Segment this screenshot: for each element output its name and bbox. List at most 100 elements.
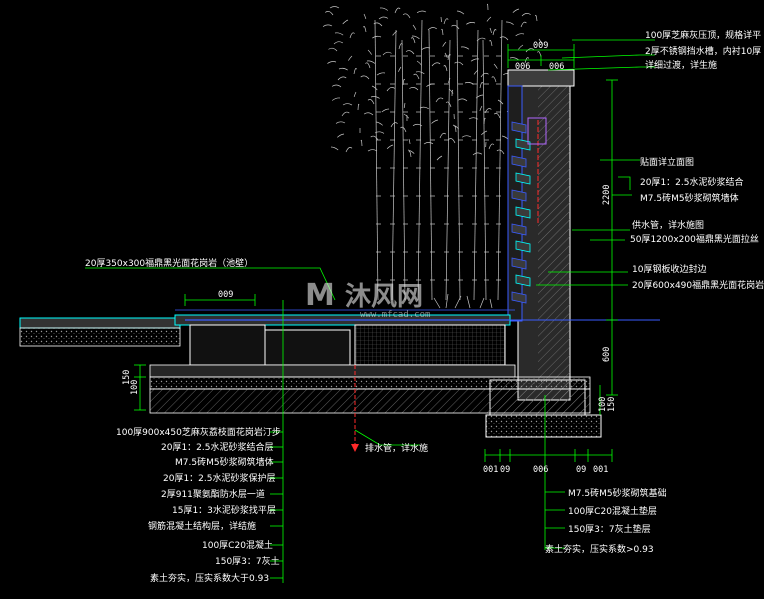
dim-left-bottom-2: 150 bbox=[122, 370, 132, 385]
bamboo-leaf bbox=[382, 51, 392, 56]
bamboo-leaf bbox=[381, 108, 390, 113]
bamboo-leaf bbox=[421, 47, 431, 50]
bamboo-leaf bbox=[479, 82, 484, 89]
bamboo-leaf bbox=[534, 14, 538, 22]
bamboo-leaf bbox=[365, 62, 371, 69]
bamboo-leaf bbox=[443, 18, 449, 25]
bamboo-leaf bbox=[333, 41, 343, 45]
dim-lower-height: 600 bbox=[602, 347, 612, 362]
bamboo-leaf bbox=[448, 138, 456, 144]
bamboo-stem bbox=[374, 19, 379, 301]
bamboo-leaf bbox=[412, 24, 417, 30]
dim-top-sub-1: 006 bbox=[515, 62, 530, 72]
bamboo-leaf bbox=[415, 71, 425, 75]
bamboo-leaf bbox=[331, 84, 342, 88]
bamboo-leaf bbox=[357, 103, 360, 111]
bamboo-leaf bbox=[466, 22, 476, 25]
bamboo-leaf bbox=[493, 112, 501, 119]
bamboo-leaf bbox=[342, 19, 349, 25]
bamboo-stem bbox=[482, 39, 487, 301]
label-bl-5: 15厚1：3水泥砂浆找平层 bbox=[172, 504, 276, 516]
bamboo-leaf bbox=[436, 155, 443, 161]
label-bl-9: 素土夯实，压实系数大于0.93 bbox=[150, 572, 269, 584]
label-br-1: 100厚C20混凝土垫层 bbox=[568, 505, 657, 517]
bamboo-leaf bbox=[405, 50, 415, 55]
bamboo-leaf bbox=[512, 8, 520, 13]
label-br-0: M7.5砖M5砂浆砌筑基础 bbox=[568, 487, 667, 499]
bamboo-leaf bbox=[456, 10, 465, 15]
bamboo-leaf bbox=[454, 61, 464, 66]
bamboo-leaf bbox=[419, 106, 430, 110]
bamboo-leaf bbox=[454, 125, 457, 133]
bamboo-leaf bbox=[499, 36, 509, 41]
bamboo-leaf bbox=[325, 11, 334, 16]
label-pool-wall: 20厚350x300福鼎黑光面花岗岩（池壁） bbox=[85, 257, 253, 269]
bamboo-leaf bbox=[416, 60, 422, 66]
bamboo-leaf bbox=[520, 21, 527, 28]
bamboo-leaf bbox=[353, 68, 358, 75]
bamboo-leaf bbox=[442, 41, 447, 47]
bamboo-leaf bbox=[338, 67, 348, 71]
bamboo-leaf bbox=[337, 133, 345, 138]
annotations-bottom-left: 100厚900x450芝麻灰荔枝面花岗岩汀步 20厚1：2.5水泥砂浆结合层 M… bbox=[116, 426, 281, 584]
label-bl-4: 2厚911聚氨酯防水层一道 bbox=[161, 488, 265, 500]
bamboo-leaf bbox=[426, 83, 435, 87]
bamboo-leaf bbox=[342, 103, 353, 106]
label-tr-7: 50厚1200x200福鼎黑光面拉丝 bbox=[630, 233, 759, 245]
bamboo-leaf bbox=[493, 63, 498, 69]
bamboo-leaf bbox=[537, 51, 542, 58]
bamboo-leaf bbox=[370, 96, 380, 99]
bamboo-leaf bbox=[489, 40, 493, 47]
bamboo-leaf bbox=[394, 7, 401, 14]
bamboo-leaf bbox=[328, 47, 338, 52]
bamboo-stem bbox=[401, 39, 406, 301]
bamboo-leaf bbox=[423, 142, 434, 145]
bamboo-leaf bbox=[337, 76, 347, 81]
annotations-top-right: 100厚芝麻灰压顶，规格详平 2厚不锈钢挡水槽，内衬10厚 详细过渡，详生施 贴… bbox=[630, 29, 764, 291]
dim-right-bottom-2: 150 bbox=[607, 397, 617, 412]
dim-top-width: 009 bbox=[533, 41, 548, 51]
bamboo-leaf bbox=[487, 3, 489, 11]
dim-left-small: 009 bbox=[218, 290, 233, 300]
dim-bottom-left-2: 09 bbox=[500, 465, 510, 475]
bamboo-leaf bbox=[457, 98, 468, 102]
bamboo-leaf bbox=[386, 87, 395, 92]
bamboo-leaf bbox=[376, 72, 386, 76]
bamboo-leaf bbox=[447, 54, 451, 61]
watermark-url: www.mfcad.com bbox=[360, 310, 430, 320]
bamboo-leaf bbox=[408, 150, 412, 158]
bamboo-leaf bbox=[353, 91, 357, 97]
bamboo-leaf bbox=[408, 138, 411, 145]
bamboo-leaf bbox=[322, 24, 333, 27]
bamboo-leaf bbox=[345, 147, 353, 153]
bamboo-leaf bbox=[505, 21, 514, 25]
bamboo-leaf bbox=[403, 102, 406, 109]
label-bl-1: 20厚1：2.5水泥砂浆结合层 bbox=[161, 441, 274, 453]
bamboo-leaf bbox=[335, 121, 346, 124]
label-bl-0: 100厚900x450芝麻灰荔枝面花岗岩汀步 bbox=[116, 426, 281, 438]
bamboo-leaf bbox=[402, 13, 411, 19]
label-tr-9: 20厚600x490福鼎黑光面花岗岩 bbox=[632, 279, 764, 291]
bamboo-leaf bbox=[327, 61, 337, 64]
bamboo-leaf bbox=[409, 87, 419, 91]
bamboo-leaf bbox=[371, 85, 378, 91]
bamboo-leaf bbox=[489, 27, 492, 34]
cad-section-drawing: 009 006 006 2200 600 009 100 150 100 150… bbox=[19, 3, 764, 584]
label-bl-7: 100厚C20混凝土 bbox=[202, 539, 273, 551]
bamboo-leaf bbox=[476, 37, 486, 42]
bamboo-leaf bbox=[379, 7, 389, 11]
label-tr-4: 20厚1：2.5水泥砂浆结合 bbox=[640, 176, 744, 188]
bamboo-leaf bbox=[378, 16, 389, 20]
bamboo-leaf bbox=[445, 101, 452, 108]
bamboo-leaf bbox=[460, 46, 470, 50]
label-bl-2: M7.5砖M5砂浆砌筑墙体 bbox=[175, 456, 274, 468]
bamboo-leaf bbox=[416, 10, 427, 13]
bamboo-leaf bbox=[375, 121, 383, 126]
bamboo-leaf bbox=[363, 112, 374, 116]
bamboo-stem bbox=[428, 29, 433, 301]
bamboo-leaf bbox=[413, 73, 420, 80]
bamboo-leaf bbox=[370, 135, 379, 141]
bamboo-leaf bbox=[403, 113, 410, 119]
label-tr-8: 10厚钢板收边封边 bbox=[632, 263, 706, 275]
bamboo-leaf bbox=[372, 35, 382, 39]
